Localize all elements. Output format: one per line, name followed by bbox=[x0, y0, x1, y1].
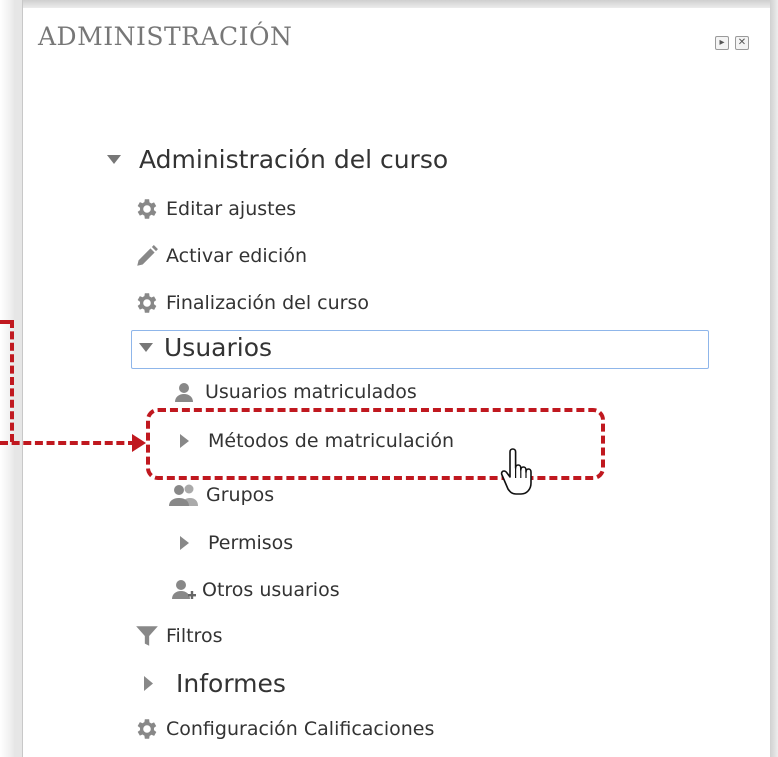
tree-item-label: Configuración Calificaciones bbox=[166, 718, 435, 740]
gear-icon bbox=[134, 716, 160, 742]
tree-node-permissions[interactable]: Permisos bbox=[178, 532, 293, 554]
tree-item-label: Filtros bbox=[166, 625, 223, 647]
callout-line-vertical bbox=[10, 320, 14, 442]
group-icon bbox=[168, 482, 200, 508]
callout-highlight-box bbox=[146, 408, 605, 480]
filter-icon bbox=[134, 623, 160, 649]
tree-item-filters[interactable]: Filtros bbox=[134, 623, 222, 649]
add-user-icon bbox=[170, 577, 198, 603]
tree-node-label: Administración del curso bbox=[139, 145, 449, 174]
tree-item-gradebook-setup[interactable]: Configuración Calificaciones bbox=[134, 716, 434, 742]
pencil-icon bbox=[134, 243, 160, 269]
tree-node-label: Usuarios bbox=[164, 333, 273, 362]
window-right-edge bbox=[770, 0, 778, 757]
block-title: ADMINISTRACIÓN bbox=[38, 22, 293, 51]
window-left-edge-inner bbox=[14, 0, 23, 757]
tree-item-groups[interactable]: Grupos bbox=[168, 482, 274, 508]
tree-node-users[interactable]: Usuarios bbox=[138, 333, 272, 362]
callout-arrow-icon bbox=[132, 434, 146, 452]
tree-item-edit-settings[interactable]: Editar ajustes bbox=[134, 196, 296, 222]
tree-item-course-completion[interactable]: Finalización del curso bbox=[134, 290, 369, 316]
tree-item-other-users[interactable]: Otros usuarios bbox=[170, 577, 340, 603]
callout-line-horizontal bbox=[0, 441, 136, 445]
tree-node-course-admin[interactable]: Administración del curso bbox=[103, 145, 448, 174]
expanded-caret-icon bbox=[138, 343, 154, 352]
collapsed-caret-icon bbox=[178, 536, 190, 550]
hand-pointer-cursor-icon bbox=[500, 448, 534, 500]
tree-node-label: Informes bbox=[176, 669, 286, 698]
tree-item-label: Finalización del curso bbox=[166, 292, 370, 314]
tree-item-label: Editar ajustes bbox=[166, 198, 297, 220]
tree-item-label: Otros usuarios bbox=[202, 579, 340, 601]
tree-item-label: Usuarios matriculados bbox=[205, 381, 417, 403]
collapsed-caret-icon bbox=[142, 676, 154, 691]
gear-icon bbox=[134, 290, 160, 316]
tree-item-label: Grupos bbox=[206, 484, 275, 506]
tree-item-enrolled-users[interactable]: Usuarios matriculados bbox=[173, 380, 417, 404]
gear-icon bbox=[134, 196, 160, 222]
tree-item-turn-editing-on[interactable]: Activar edición bbox=[134, 243, 307, 269]
close-block-button[interactable]: ✕ bbox=[735, 36, 749, 50]
tree-node-label: Permisos bbox=[208, 532, 294, 554]
tree-item-label: Activar edición bbox=[166, 245, 307, 267]
tree-node-reports[interactable]: Informes bbox=[142, 669, 286, 698]
window-top-edge bbox=[0, 0, 778, 8]
dock-block-button[interactable]: ▸ bbox=[715, 36, 729, 50]
expanded-caret-icon bbox=[103, 155, 125, 164]
user-icon bbox=[173, 380, 197, 404]
